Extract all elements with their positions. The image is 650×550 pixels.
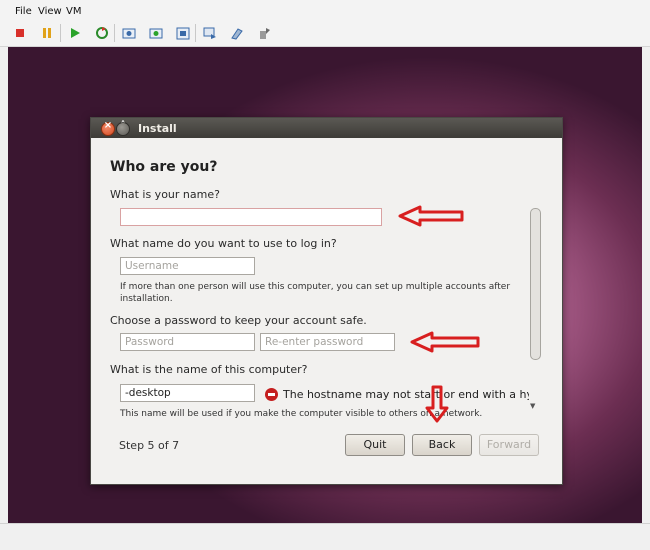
vm-statusbar bbox=[0, 523, 650, 550]
scrollbar[interactable]: ▼ bbox=[528, 198, 542, 418]
pause-icon[interactable] bbox=[38, 24, 56, 42]
minimize-icon: ˄ bbox=[120, 120, 126, 131]
snapshot-restore-icon[interactable] bbox=[147, 24, 165, 42]
reset-icon[interactable] bbox=[93, 24, 111, 42]
scroll-down-icon[interactable]: ▼ bbox=[530, 402, 535, 410]
vm-toolbar bbox=[0, 20, 650, 47]
close-button[interactable]: × bbox=[101, 120, 115, 136]
menu-bar: File View VM bbox=[0, 0, 650, 20]
hostname-input[interactable]: -desktop bbox=[120, 384, 255, 402]
username-input[interactable]: Username bbox=[120, 257, 255, 275]
devices-icon[interactable] bbox=[201, 24, 219, 42]
play-icon[interactable] bbox=[66, 24, 84, 42]
reenter-password-input[interactable]: Re-enter password bbox=[260, 333, 395, 351]
login-note-line1: If more than one person will use this co… bbox=[120, 282, 511, 292]
full-name-input[interactable] bbox=[120, 208, 382, 226]
menu-view[interactable]: View bbox=[38, 6, 62, 17]
menu-file[interactable]: File bbox=[15, 6, 32, 17]
hostname-note: This name will be used if you make the c… bbox=[120, 409, 483, 419]
hostname-label: What is the name of this computer? bbox=[110, 363, 308, 376]
forward-button[interactable]: Forward bbox=[479, 434, 539, 456]
snapshot-manager-icon[interactable] bbox=[174, 24, 192, 42]
install-window: × ˄ Install Who are you? What is your na… bbox=[90, 117, 563, 485]
close-icon: × bbox=[103, 120, 113, 131]
name-label: What is your name? bbox=[110, 188, 220, 201]
scrollbar-thumb[interactable] bbox=[530, 208, 541, 360]
password-label: Choose a password to keep your account s… bbox=[110, 314, 367, 327]
hostname-error-text: The hostname may not start or end with a… bbox=[283, 388, 529, 401]
window-titlebar: × ˄ Install bbox=[91, 118, 562, 138]
step-indicator: Step 5 of 7 bbox=[119, 439, 180, 452]
minimize-button[interactable]: ˄ bbox=[116, 120, 130, 136]
usb-icon[interactable] bbox=[255, 24, 273, 42]
menu-vm[interactable]: VM bbox=[66, 6, 81, 17]
snapshot-icon[interactable] bbox=[120, 24, 138, 42]
back-button[interactable]: Back bbox=[412, 434, 472, 456]
stop-icon[interactable] bbox=[11, 24, 29, 42]
quit-button[interactable]: Quit bbox=[345, 434, 405, 456]
window-title: Install bbox=[138, 122, 177, 135]
login-label: What name do you want to use to log in? bbox=[110, 237, 337, 250]
error-icon bbox=[265, 388, 278, 401]
password-input[interactable]: Password bbox=[120, 333, 255, 351]
settings-icon[interactable] bbox=[228, 24, 246, 42]
page-heading: Who are you? bbox=[110, 159, 218, 175]
login-note-line2: installation. bbox=[120, 294, 173, 304]
